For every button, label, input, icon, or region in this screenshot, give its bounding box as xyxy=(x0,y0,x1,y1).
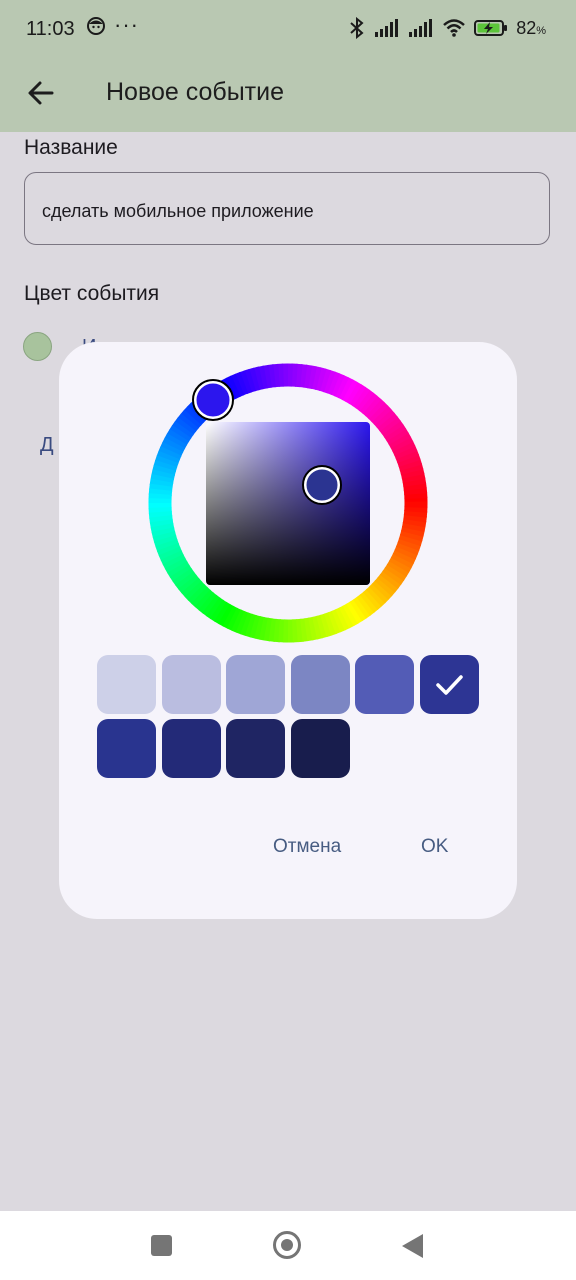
color-swatch[interactable] xyxy=(97,655,156,714)
obscured-link-text: Д xyxy=(40,434,54,456)
swatch-selected[interactable] xyxy=(419,655,479,714)
event-color-dot[interactable] xyxy=(23,332,52,361)
color-swatch[interactable] xyxy=(355,655,414,714)
name-label: Название xyxy=(24,136,118,159)
face-notification-icon xyxy=(87,17,105,35)
value-overlay xyxy=(206,422,370,585)
hue-selector-handle[interactable] xyxy=(193,380,233,420)
color-selector-handle[interactable] xyxy=(303,466,341,504)
top-app-bar: Новое событие xyxy=(0,58,576,132)
color-swatch[interactable] xyxy=(226,655,285,714)
ok-button[interactable]: OK xyxy=(421,836,448,858)
color-swatch[interactable] xyxy=(161,655,221,714)
battery-charging-icon xyxy=(474,20,508,36)
home-circle-icon[interactable] xyxy=(273,1231,301,1259)
checkmark-icon xyxy=(435,675,463,695)
color-swatch[interactable] xyxy=(97,719,156,778)
signal-icon xyxy=(375,19,399,37)
event-color-label: Цвет события xyxy=(24,282,160,305)
color-wheel[interactable] xyxy=(148,363,428,643)
cancel-button[interactable]: Отмена xyxy=(273,836,341,858)
system-nav-bar xyxy=(0,1211,576,1280)
event-name-input[interactable]: сделать мобильное приложение xyxy=(24,172,550,245)
wifi-icon xyxy=(443,19,466,37)
color-swatch[interactable] xyxy=(290,719,350,778)
status-time: 11:03 xyxy=(26,18,75,40)
page-title: Новое событие xyxy=(106,78,285,106)
event-name-value: сделать мобильное приложение xyxy=(42,201,314,221)
battery-percent: 82% xyxy=(516,17,546,38)
color-swatch[interactable] xyxy=(290,655,350,714)
signal-icon xyxy=(409,19,433,37)
status-icons: 82% xyxy=(348,16,546,40)
bluetooth-icon xyxy=(350,17,364,39)
color-picker-dialog: Отмена OK xyxy=(59,342,517,919)
color-swatch[interactable] xyxy=(161,719,221,778)
back-triangle-icon[interactable] xyxy=(402,1234,423,1258)
color-swatch[interactable] xyxy=(226,719,285,778)
recents-square-icon[interactable] xyxy=(151,1235,172,1256)
more-notifications-indicator: ··· xyxy=(114,12,139,37)
status-bar: 11:03 ··· 82% xyxy=(0,0,576,58)
back-arrow-icon[interactable] xyxy=(22,73,62,113)
